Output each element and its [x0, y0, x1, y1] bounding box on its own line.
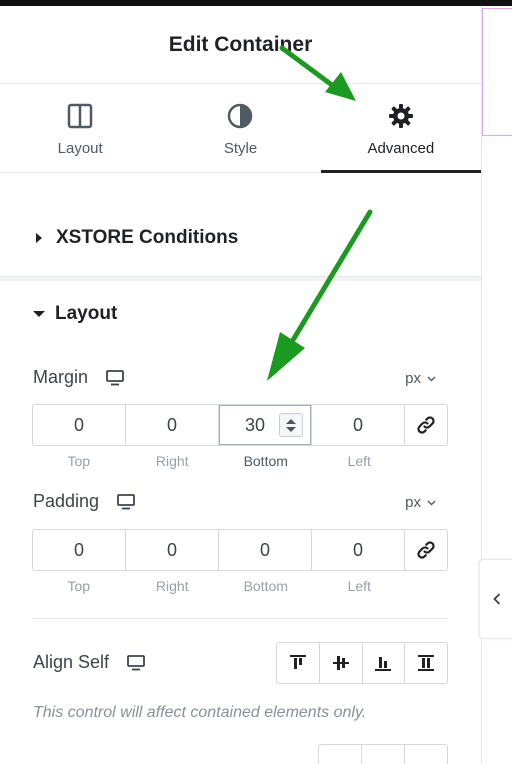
padding-label-row: Padding [33, 491, 135, 512]
tab-layout[interactable]: Layout [0, 84, 160, 172]
align-end-icon [375, 657, 392, 671]
align-start-button[interactable] [277, 643, 320, 683]
padding-link-button[interactable] [405, 530, 447, 570]
layout-section-title: Layout [55, 303, 118, 324]
partial-option [362, 745, 405, 764]
chevron-down-icon [427, 376, 436, 381]
editor-panel: Edit Container Layout Style Advanced XST… [0, 6, 481, 764]
align-self-label-row: Align Self [33, 652, 145, 673]
margin-label: Margin [33, 367, 89, 387]
panel-header: Edit Container [0, 6, 481, 84]
align-stretch-button[interactable] [405, 643, 447, 683]
sublabel-bottom: Bottom [243, 453, 288, 469]
sublabel-left: Left [347, 578, 371, 594]
padding-unit-select[interactable]: px [405, 494, 436, 511]
margin-right-input[interactable]: 0 [126, 405, 219, 445]
tab-advanced-label: Advanced [367, 140, 435, 157]
padding-sublabels: Top Right Bottom Left [32, 578, 406, 594]
margin-inputs: 0 0 30 0 [32, 404, 448, 446]
panel-title: Edit Container [168, 32, 313, 56]
chevron-down-icon [427, 500, 436, 505]
xstore-conditions-section: XSTORE Conditions [0, 173, 481, 277]
tab-layout-label: Layout [57, 140, 103, 157]
collapse-panel-handle[interactable] [479, 559, 512, 639]
margin-bottom-input[interactable]: 30 [219, 405, 312, 445]
panel-tabs: Layout Style Advanced [0, 84, 481, 173]
partial-option [319, 745, 362, 764]
caret-down-icon [33, 311, 45, 317]
section-separator [0, 277, 481, 281]
align-self-label: Align Self [33, 652, 110, 672]
align-self-hint: This control will affect contained eleme… [33, 704, 367, 721]
sublabel-left: Left [347, 453, 371, 469]
gear-icon [388, 100, 414, 132]
margin-unit-select[interactable]: px [405, 370, 436, 387]
margin-bottom-value: 30 [244, 414, 266, 435]
spinner-up-icon[interactable] [286, 418, 296, 424]
sublabel-right: Right [155, 578, 189, 594]
margin-left-input[interactable]: 0 [312, 405, 405, 445]
xstore-conditions-toggle[interactable]: XSTORE Conditions [36, 227, 238, 249]
align-self-choices [276, 642, 448, 684]
margin-top-input[interactable]: 0 [33, 405, 126, 445]
xstore-conditions-title: XSTORE Conditions [56, 227, 239, 248]
padding-bottom-input[interactable]: 0 [219, 530, 312, 570]
padding-right-input[interactable]: 0 [126, 530, 219, 570]
tab-style[interactable]: Style [160, 84, 320, 172]
caret-right-icon [36, 233, 42, 243]
margin-link-button[interactable] [405, 405, 447, 445]
align-center-button[interactable] [320, 643, 363, 683]
spinner-down-icon[interactable] [286, 426, 296, 432]
sublabel-top: Top [67, 578, 91, 594]
align-start-icon [289, 655, 306, 669]
sublabel-bottom: Bottom [243, 578, 288, 594]
padding-unit: px [405, 494, 421, 511]
padding-left-input[interactable]: 0 [312, 530, 405, 570]
sublabel-top: Top [67, 453, 91, 469]
sublabel-right: Right [155, 453, 189, 469]
chevron-left-icon [492, 593, 500, 605]
partial-control-group[interactable] [318, 744, 448, 764]
link-icon [417, 541, 435, 559]
margin-sublabels: Top Right Bottom Left [32, 453, 406, 469]
number-spinner[interactable] [279, 413, 303, 437]
align-stretch-icon [418, 655, 435, 671]
tab-style-label: Style [223, 140, 258, 157]
desktop-icon[interactable] [117, 493, 135, 510]
margin-unit: px [405, 370, 421, 387]
link-icon [417, 416, 435, 434]
preview-edge [479, 6, 512, 764]
layout-columns-icon [67, 100, 93, 132]
desktop-icon[interactable] [106, 369, 124, 386]
tab-advanced[interactable]: Advanced [320, 84, 481, 173]
half-circle-icon [227, 100, 253, 132]
selected-element-outline [482, 8, 512, 136]
padding-top-input[interactable]: 0 [33, 530, 126, 570]
desktop-icon[interactable] [127, 654, 145, 671]
margin-label-row: Margin [33, 367, 124, 388]
align-end-button[interactable] [363, 643, 406, 683]
padding-label: Padding [33, 491, 100, 511]
align-center-icon [332, 656, 349, 670]
padding-inputs: 0 0 0 0 [32, 529, 448, 571]
control-divider [32, 618, 448, 619]
layout-section-toggle[interactable]: Layout [33, 303, 117, 325]
partial-option [405, 745, 447, 764]
